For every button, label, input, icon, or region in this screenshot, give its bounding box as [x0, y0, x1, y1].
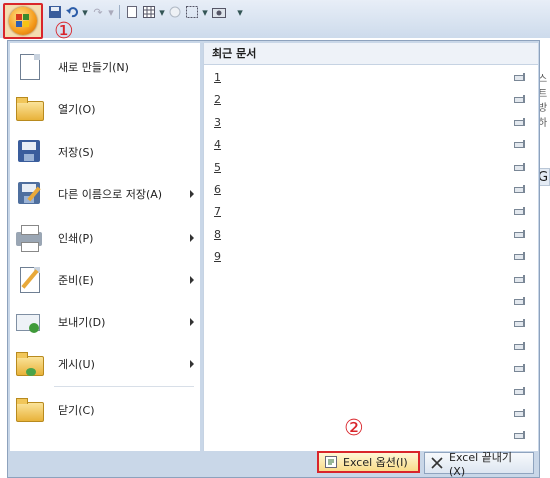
recent-item-number[interactable]: 7: [214, 205, 221, 218]
camera-icon[interactable]: [211, 4, 227, 20]
menu-item-label: 열기(O): [58, 103, 96, 116]
menu-item-label: 새로 만들기(N): [58, 61, 129, 74]
open-folder-icon: [16, 95, 44, 123]
publish-icon: [16, 350, 44, 378]
close-icon: [431, 457, 443, 469]
menu-item-print[interactable]: 인쇄(P): [16, 220, 196, 256]
menu-item-label: 보내기(D): [58, 316, 106, 329]
options-icon: [325, 456, 337, 468]
menu-item-close[interactable]: 닫기(C): [16, 392, 196, 428]
callout-two: ②: [344, 416, 364, 441]
pin-icon[interactable]: [513, 363, 527, 373]
undo-icon[interactable]: [65, 4, 79, 20]
recent-documents-area: [230, 65, 512, 451]
chevron-down-icon[interactable]: ▾: [108, 4, 114, 20]
recent-item-number[interactable]: 2: [214, 93, 221, 106]
recent-item-number[interactable]: 1: [214, 71, 221, 84]
menu-divider: [54, 386, 194, 387]
menu-commands: 새로 만들기(N) 열기(O) 저장(S) 다른 이름으로 저장(A) 인쇄(P…: [10, 43, 200, 451]
submenu-arrow-icon: [190, 276, 194, 284]
office-logo-icon: [9, 7, 37, 35]
recent-item-number[interactable]: 4: [214, 138, 221, 151]
menu-item-label: 저장(S): [58, 146, 94, 159]
pin-icon[interactable]: [513, 296, 527, 306]
pin-icon[interactable]: [513, 94, 527, 104]
recent-documents-title: 최근 문서: [204, 43, 538, 65]
new-icon[interactable]: [125, 4, 139, 20]
menu-item-publish[interactable]: 게시(U): [16, 346, 196, 382]
submenu-arrow-icon: [190, 234, 194, 242]
exit-excel-label: Excel 끝내기(X): [449, 450, 512, 478]
menu-item-send[interactable]: 보내기(D): [16, 304, 196, 340]
save-as-icon: [16, 180, 42, 208]
menu-item-label: 게시(U): [58, 358, 95, 371]
excel-options-label: Excel 옵션(I): [343, 456, 408, 469]
separator: [119, 5, 120, 19]
menu-item-label: 닫기(C): [58, 404, 95, 417]
office-menu: 새로 만들기(N) 열기(O) 저장(S) 다른 이름으로 저장(A) 인쇄(P…: [7, 40, 540, 478]
recent-item-number[interactable]: 9: [214, 250, 221, 263]
customize-toolbar-icon[interactable]: ▾: [236, 4, 244, 20]
pin-icon[interactable]: [513, 117, 527, 127]
submenu-arrow-icon: [190, 190, 194, 198]
menu-item-label: 준비(E): [58, 274, 94, 287]
menu-item-label: 다른 이름으로 저장(A): [58, 188, 163, 201]
chevron-down-icon[interactable]: ▾: [82, 4, 88, 20]
recent-item-number[interactable]: 6: [214, 183, 221, 196]
close-folder-icon: [16, 396, 44, 424]
recent-documents-list: 1 2 3 4 5 6 7 8 9: [204, 65, 538, 451]
prepare-icon: [16, 266, 42, 294]
pin-icon[interactable]: [513, 341, 527, 351]
pin-icon[interactable]: [513, 251, 527, 261]
pin-icon[interactable]: [513, 72, 527, 82]
send-icon: [16, 308, 42, 336]
pin-icon[interactable]: [513, 184, 527, 194]
quick-access-toolbar: ▾ ↷ ▾ ▾ ▾ ▾: [48, 3, 244, 21]
pin-icon[interactable]: [513, 162, 527, 172]
pin-icon[interactable]: [513, 408, 527, 418]
exit-excel-button[interactable]: Excel 끝내기(X): [424, 451, 534, 478]
menu-item-save[interactable]: 저장(S): [16, 134, 196, 170]
menu-item-open[interactable]: 열기(O): [16, 91, 196, 127]
chevron-down-icon[interactable]: ▾: [159, 4, 165, 20]
table-icon[interactable]: [142, 4, 156, 20]
printer-icon: [16, 224, 42, 252]
save-disk-icon: [16, 138, 42, 166]
pin-icon[interactable]: [513, 206, 527, 216]
border-icon[interactable]: [185, 4, 199, 20]
recent-item-number[interactable]: 8: [214, 228, 221, 241]
chevron-down-icon[interactable]: ▾: [202, 4, 208, 20]
pin-icon[interactable]: [513, 229, 527, 239]
menu-item-prepare[interactable]: 준비(E): [16, 262, 196, 298]
recent-documents-panel: 최근 문서 1 2 3 4 5 6 7 8 9: [203, 43, 538, 451]
menu-item-label: 인쇄(P): [58, 232, 94, 245]
submenu-arrow-icon: [190, 318, 194, 326]
excel-options-button[interactable]: Excel 옵션(I): [317, 451, 420, 473]
pin-icon[interactable]: [513, 139, 527, 149]
pin-icon[interactable]: [513, 386, 527, 396]
recent-item-number[interactable]: 3: [214, 116, 221, 129]
new-document-icon: [16, 53, 42, 81]
pin-icon[interactable]: [513, 274, 527, 284]
menu-item-save-as[interactable]: 다른 이름으로 저장(A): [16, 176, 196, 212]
circle-icon[interactable]: [168, 4, 182, 20]
pin-icon[interactable]: [513, 318, 527, 328]
submenu-arrow-icon: [190, 360, 194, 368]
save-icon[interactable]: [48, 4, 62, 20]
recent-item-number[interactable]: 5: [214, 161, 221, 174]
pin-icon[interactable]: [513, 430, 527, 440]
menu-item-new[interactable]: 새로 만들기(N): [16, 49, 196, 85]
office-button[interactable]: [3, 3, 43, 39]
redo-icon[interactable]: ↷: [91, 4, 105, 20]
